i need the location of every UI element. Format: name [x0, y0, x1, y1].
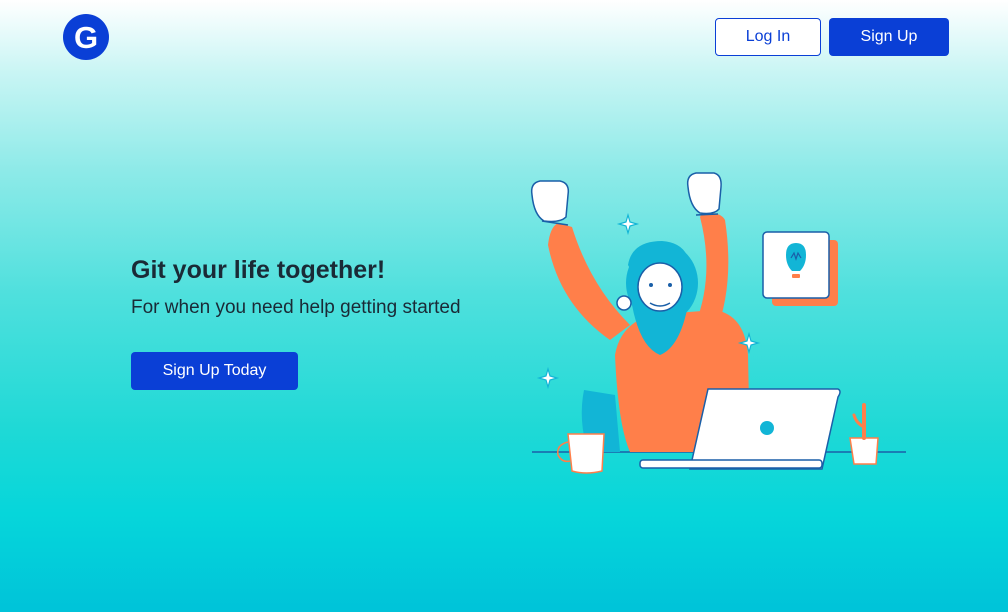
- lightbulb-card-icon: [762, 231, 838, 306]
- hero-subtitle: For when you need help getting started: [131, 297, 461, 318]
- logo-icon[interactable]: G: [62, 13, 110, 61]
- sparkle-icon: [536, 366, 560, 390]
- celebration-illustration: [530, 172, 906, 474]
- left-fist-icon: [530, 180, 570, 226]
- mug-icon: [556, 433, 605, 474]
- header: G Log In Sign Up: [0, 0, 1008, 80]
- hero-title: Git your life together!: [131, 256, 386, 284]
- sparkle-icon: [616, 212, 640, 236]
- right-fist-icon: [686, 172, 722, 216]
- plant-icon: [849, 403, 879, 465]
- left-arm: [548, 223, 630, 340]
- signup-button[interactable]: Sign Up: [829, 18, 949, 56]
- login-button[interactable]: Log In: [715, 18, 821, 56]
- logo-letter: G: [74, 20, 98, 55]
- signup-today-button[interactable]: Sign Up Today: [131, 352, 298, 390]
